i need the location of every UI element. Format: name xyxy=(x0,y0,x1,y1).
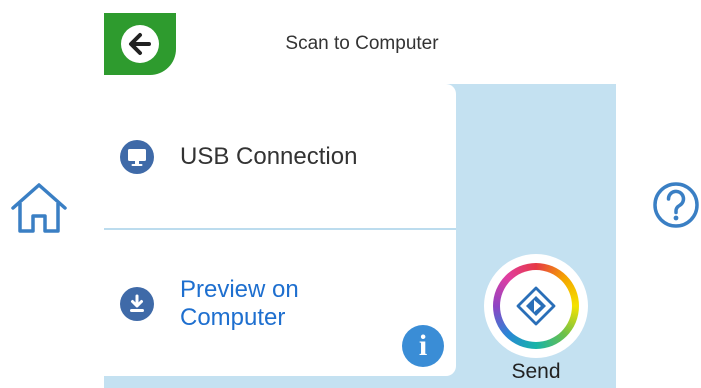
start-diamond-icon xyxy=(516,286,556,326)
page-title: Scan to Computer xyxy=(285,33,439,54)
send-label: Send xyxy=(511,360,561,383)
send-inner xyxy=(500,270,572,342)
info-icon[interactable]: i xyxy=(402,325,444,367)
home-icon[interactable] xyxy=(8,180,70,236)
preview-on-computer-label: Preview on Computer xyxy=(180,275,299,331)
monitor-icon xyxy=(120,139,154,174)
send-ring xyxy=(493,263,579,349)
arrow-left-icon xyxy=(121,25,159,63)
usb-connection-label: USB Connection xyxy=(180,142,358,170)
usb-connection-option[interactable]: USB Connection xyxy=(104,84,456,229)
download-icon xyxy=(120,286,154,321)
back-button[interactable] xyxy=(104,13,176,75)
divider xyxy=(104,228,456,230)
send-button[interactable] xyxy=(484,254,588,358)
help-icon[interactable] xyxy=(651,180,701,230)
